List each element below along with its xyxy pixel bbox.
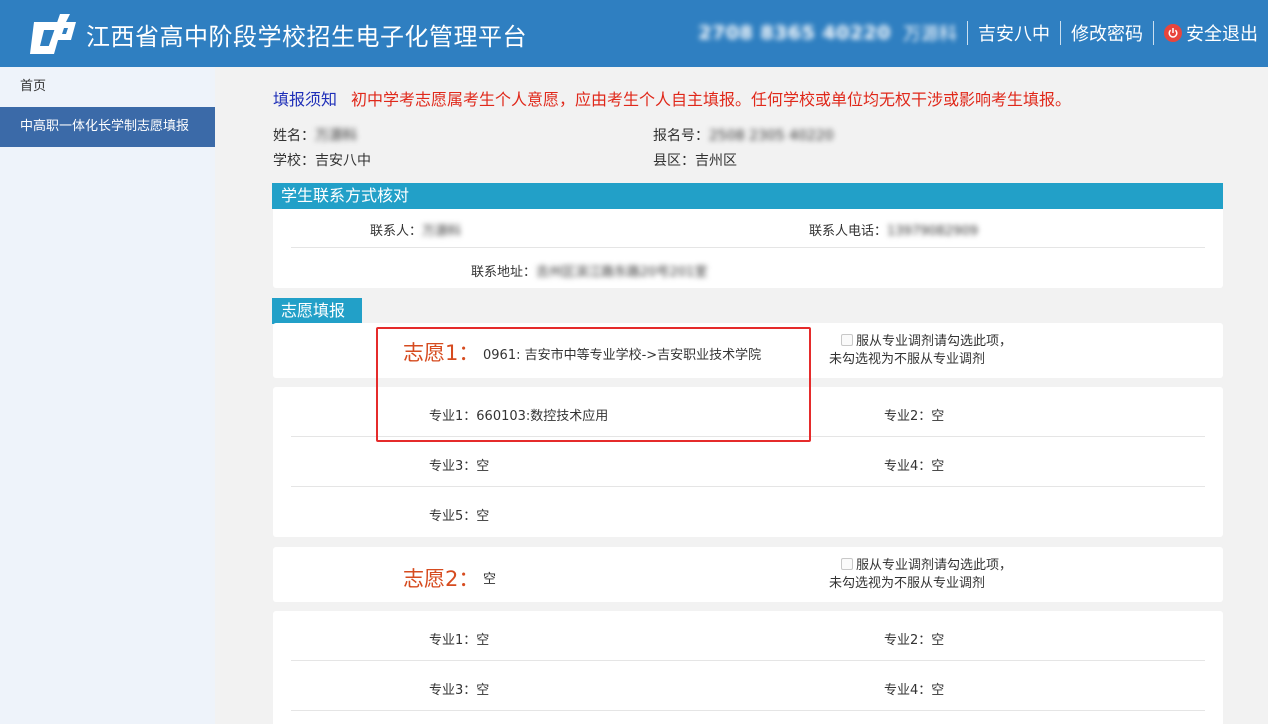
contact-address-label: 联系地址： bbox=[471, 265, 537, 280]
major-value: 空 bbox=[476, 509, 490, 524]
contact-person: 联系人：万源科 bbox=[370, 220, 461, 239]
header-divider bbox=[967, 21, 968, 45]
volunteer-1-label: 志愿1： bbox=[403, 341, 480, 365]
divider bbox=[291, 436, 1205, 437]
contact-phone-value: 13979082909 bbox=[887, 224, 978, 239]
major-value: 空 bbox=[931, 459, 945, 474]
volunteer-2-adjust: 服从专业调剂请勾选此项， 未勾选视为不服从专业调剂 bbox=[829, 557, 1012, 593]
contact-address-value: 吉州区滨江路东路20号201室 bbox=[536, 265, 708, 280]
volunteer-2-card: 志愿2： 空 服从专业调剂请勾选此项， 未勾选视为不服从专业调剂 bbox=[273, 547, 1223, 602]
top-header: 江西省高中阶段学校招生电子化管理平台 2708 8365 40220 万源科 吉… bbox=[0, 0, 1268, 67]
student-school: 学校：吉安八中 bbox=[273, 150, 371, 170]
adjust-line2: 未勾选视为不服从专业调剂 bbox=[829, 352, 986, 367]
contact-phone-label: 联系人电话： bbox=[809, 224, 888, 239]
divider bbox=[291, 486, 1205, 487]
volunteer-1-majors-card: 专业1：660103:数控技术应用 专业2：空 专业3：空 专业4：空 专业5：… bbox=[273, 387, 1223, 537]
regno-value: 2508 2305 40220 bbox=[709, 128, 834, 144]
power-icon bbox=[1164, 24, 1182, 42]
app-title: 江西省高中阶段学校招生电子化管理平台 bbox=[86, 23, 527, 51]
divider bbox=[291, 247, 1205, 248]
school-value: 吉安八中 bbox=[315, 153, 371, 169]
volunteer-2-majors-card: 专业1：空 专业2：空 专业3：空 专业4：空 bbox=[273, 611, 1223, 724]
major-value: 空 bbox=[476, 683, 490, 698]
contact-person-label: 联系人： bbox=[370, 224, 423, 239]
student-county: 县区：吉州区 bbox=[653, 150, 737, 170]
major-label: 专业2： bbox=[884, 409, 932, 424]
contact-person-value: 万源科 bbox=[422, 224, 462, 239]
county-value: 吉州区 bbox=[695, 153, 737, 169]
user-name: 万源科 bbox=[903, 24, 957, 45]
adjust-line1: 服从专业调剂请勾选此项， bbox=[856, 334, 1013, 349]
sidebar-item-volunteer-filling[interactable]: 中高职一体化长学制志愿填报 bbox=[0, 107, 215, 147]
name-value: 万源科 bbox=[315, 128, 357, 144]
major-label: 专业4： bbox=[884, 683, 932, 698]
volunteer-1-school[interactable]: 0961: 吉安市中等专业学校->吉安职业技术学院 bbox=[483, 344, 761, 363]
volunteer-1-major-5[interactable]: 专业5：空 bbox=[429, 505, 489, 524]
header-user-bar: 2708 8365 40220 万源科 吉安八中 修改密码 安全退出 bbox=[698, 18, 1258, 48]
major-value: 空 bbox=[931, 683, 945, 698]
volunteer-2-major-2[interactable]: 专业2：空 bbox=[884, 629, 944, 648]
main-content: 填报须知 初中学考志愿属考生个人意愿，应由考生个人自主填报。任何学校或单位均无权干… bbox=[215, 67, 1268, 724]
adjust-line2: 未勾选视为不服从专业调剂 bbox=[829, 576, 986, 591]
major-label: 专业2： bbox=[884, 633, 932, 648]
student-regno: 报名号：2508 2305 40220 bbox=[653, 125, 834, 145]
volunteer-2-major-1[interactable]: 专业1：空 bbox=[429, 629, 489, 648]
student-name: 姓名：万源科 bbox=[273, 125, 357, 145]
header-school: 吉安八中 bbox=[978, 24, 1050, 45]
major-value: 空 bbox=[931, 409, 945, 424]
account-id: 2708 8365 40220 bbox=[698, 22, 891, 44]
header-divider bbox=[1060, 21, 1061, 45]
volunteer-1-adjust: 服从专业调剂请勾选此项， 未勾选视为不服从专业调剂 bbox=[829, 333, 1012, 369]
contact-phone: 联系人电话：13979082909 bbox=[809, 220, 978, 239]
major-label: 专业3： bbox=[429, 683, 477, 698]
header-divider bbox=[1153, 21, 1154, 45]
regno-label: 报名号： bbox=[653, 128, 709, 144]
county-label: 县区： bbox=[653, 153, 695, 169]
major-label: 专业4： bbox=[884, 459, 932, 474]
major-value: 660103:数控技术应用 bbox=[476, 409, 609, 424]
volunteer-section-heading: 志愿填报 bbox=[272, 298, 362, 324]
volunteer-2-major-4[interactable]: 专业4：空 bbox=[884, 679, 944, 698]
adjust-line1: 服从专业调剂请勾选此项， bbox=[856, 558, 1013, 573]
major-value: 空 bbox=[931, 633, 945, 648]
sidebar-item-home[interactable]: 首页 bbox=[0, 67, 215, 107]
filling-notice: 填报须知 初中学考志愿属考生个人意愿，应由考生个人自主填报。任何学校或单位均无权干… bbox=[273, 86, 1071, 110]
volunteer-2-adjust-checkbox[interactable] bbox=[841, 558, 853, 570]
name-label: 姓名： bbox=[273, 128, 315, 144]
sidebar: 首页 中高职一体化长学制志愿填报 bbox=[0, 67, 215, 724]
change-password-link[interactable]: 修改密码 bbox=[1071, 20, 1143, 46]
logout-button[interactable]: 安全退出 bbox=[1164, 20, 1258, 46]
volunteer-1-major-1[interactable]: 专业1：660103:数控技术应用 bbox=[429, 405, 608, 424]
volunteer-2-major-3[interactable]: 专业3：空 bbox=[429, 679, 489, 698]
school-label: 学校： bbox=[273, 153, 315, 169]
contact-section-heading: 学生联系方式核对 bbox=[272, 183, 1223, 209]
major-label: 专业3： bbox=[429, 459, 477, 474]
major-label: 专业1： bbox=[429, 409, 477, 424]
major-value: 空 bbox=[476, 633, 490, 648]
logout-label: 安全退出 bbox=[1186, 24, 1258, 45]
major-value: 空 bbox=[476, 459, 490, 474]
divider bbox=[291, 660, 1205, 661]
volunteer-1-card: 志愿1： 0961: 吉安市中等专业学校->吉安职业技术学院 服从专业调剂请勾选… bbox=[273, 323, 1223, 378]
divider bbox=[291, 710, 1205, 711]
major-label: 专业1： bbox=[429, 633, 477, 648]
volunteer-1-major-4[interactable]: 专业4：空 bbox=[884, 455, 944, 474]
volunteer-1-major-3[interactable]: 专业3：空 bbox=[429, 455, 489, 474]
contact-address: 联系地址：吉州区滨江路东路20号201室 bbox=[471, 261, 707, 280]
volunteer-1-adjust-checkbox[interactable] bbox=[841, 334, 853, 346]
volunteer-2-label: 志愿2： bbox=[403, 567, 480, 591]
notice-title[interactable]: 填报须知 bbox=[273, 90, 337, 109]
platform-logo-icon bbox=[30, 14, 76, 54]
volunteer-2-school[interactable]: 空 bbox=[483, 568, 496, 587]
notice-text: 初中学考志愿属考生个人意愿，应由考生个人自主填报。任何学校或单位均无权干涉或影响… bbox=[351, 90, 1072, 109]
major-label: 专业5： bbox=[429, 509, 477, 524]
volunteer-1-major-2[interactable]: 专业2：空 bbox=[884, 405, 944, 424]
